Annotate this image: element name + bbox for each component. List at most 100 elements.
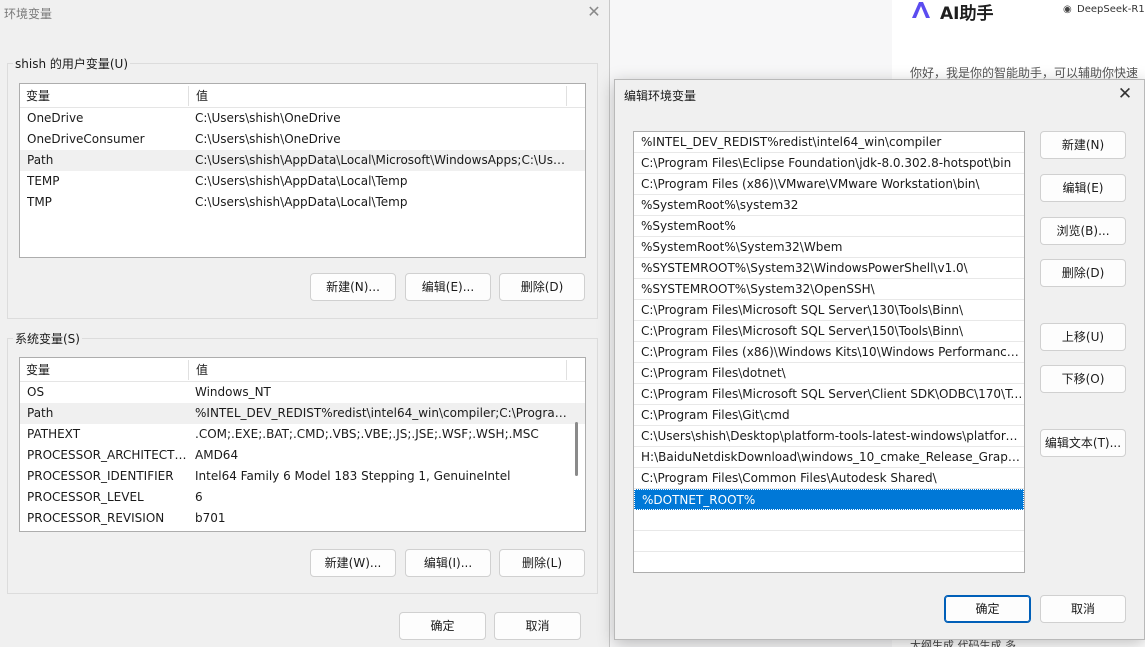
table-row[interactable]: PROCESSOR_REVISION b701	[20, 508, 585, 529]
list-item[interactable]: %SystemRoot%\System32\Wbem	[634, 237, 1024, 258]
column-header-variable[interactable]: 变量	[20, 358, 50, 382]
list-item[interactable]: %SYSTEMROOT%\System32\OpenSSH\	[634, 279, 1024, 300]
variable-name-cell: PATHEXT	[27, 427, 81, 441]
column-header-value[interactable]: 值	[190, 84, 208, 108]
list-item[interactable]: %INTEL_DEV_REDIST%redist\intel64_win\com…	[634, 132, 1024, 153]
column-header-variable[interactable]: 变量	[20, 84, 50, 108]
table-row[interactable]: PROCESSOR_ARCHITECTURE AMD64	[20, 445, 585, 466]
list-item-empty[interactable]	[634, 531, 1024, 552]
vertical-scrollbar[interactable]	[575, 422, 578, 476]
variable-name-cell: OS	[27, 385, 45, 399]
list-item[interactable]: C:\Program Files\dotnet\	[634, 363, 1024, 384]
user-delete-button[interactable]: 删除(D)	[499, 273, 585, 301]
system-new-button[interactable]: 新建(W)...	[310, 549, 396, 577]
table-row[interactable]: PROCESSOR_IDENTIFIER Intel64 Family 6 Mod…	[20, 466, 585, 487]
list-item[interactable]: %SystemRoot%	[634, 216, 1024, 237]
list-item[interactable]: C:\Program Files\Microsoft SQL Server\13…	[634, 300, 1024, 321]
list-item[interactable]: H:\BaiduNetdiskDownload\windows_10_cmake…	[634, 447, 1024, 468]
variable-value-cell: 6	[195, 490, 203, 504]
delete-path-button[interactable]: 删除(D)	[1040, 259, 1126, 287]
new-path-button[interactable]: 新建(N)	[1040, 131, 1126, 159]
ok-button[interactable]: 确定	[399, 612, 486, 640]
table-row[interactable]: PATHEXT .COM;.EXE;.BAT;.CMD;.VBS;.VBE;.JS…	[20, 424, 585, 445]
list-item[interactable]: C:\Program Files (x86)\VMware\VMware Wor…	[634, 174, 1024, 195]
user-variables-label: shish 的用户变量(U)	[13, 55, 131, 72]
list-item[interactable]: %SYSTEMROOT%\System32\WindowsPowerShell\…	[634, 258, 1024, 279]
list-item-empty[interactable]	[634, 552, 1024, 572]
list-item[interactable]: C:\Program Files\Eclipse Foundation\jdk-…	[634, 153, 1024, 174]
table-row[interactable]: TMP C:\Users\shish\AppData\Local\Temp	[20, 192, 585, 213]
model-selector[interactable]: DeepSeek-R1	[1077, 4, 1145, 15]
table-row[interactable]: PROCESSOR_LEVEL 6	[20, 487, 585, 508]
variable-name-cell: OneDriveConsumer	[27, 132, 145, 146]
browse-button[interactable]: 浏览(B)...	[1040, 217, 1126, 245]
edit-text-button[interactable]: 编辑文本(T)...	[1040, 429, 1126, 457]
table-row[interactable]: OneDriveConsumer C:\Users\shish\OneDrive	[20, 129, 585, 150]
variable-name-cell: PROCESSOR_LEVEL	[27, 490, 144, 504]
list-item-empty[interactable]	[634, 510, 1024, 531]
list-item[interactable]: C:\Users\shish\Desktop\platform-tools-la…	[634, 426, 1024, 447]
variable-name-cell: TEMP	[27, 174, 60, 188]
variable-value-cell: Intel64 Family 6 Model 183 Stepping 1, G…	[195, 469, 511, 483]
table-row[interactable]: Path C:\Users\shish\AppData\Local\Microso…	[20, 150, 585, 171]
close-icon[interactable]: ✕	[586, 4, 602, 20]
cancel-button[interactable]: 取消	[1040, 595, 1126, 623]
list-item[interactable]: C:\Program Files\Microsoft SQL Server\Cl…	[634, 384, 1024, 405]
dialog-title: 环境变量	[4, 7, 53, 21]
variable-value-cell: Windows_NT	[195, 385, 271, 399]
list-item[interactable]: C:\Program Files\Microsoft SQL Server\15…	[634, 321, 1024, 342]
column-separator[interactable]	[188, 360, 189, 380]
edit-environment-variable-dialog: 编辑环境变量 ✕ %INTEL_DEV_REDIST%redist\intel6…	[614, 79, 1145, 640]
list-header: 变量 值	[20, 358, 585, 382]
column-separator[interactable]	[566, 86, 567, 106]
variable-name-cell: TMP	[27, 195, 52, 209]
column-separator[interactable]	[566, 360, 567, 380]
variable-name-cell: Path	[27, 153, 54, 167]
variable-value-cell: b701	[195, 511, 226, 525]
move-down-button[interactable]: 下移(O)	[1040, 365, 1126, 393]
list-item[interactable]: C:\Program Files\Common Files\Autodesk S…	[634, 468, 1024, 489]
variable-value-cell: C:\Users\shish\AppData\Local\Temp	[195, 174, 408, 188]
user-new-button[interactable]: 新建(N)...	[310, 273, 396, 301]
variable-value-cell: .COM;.EXE;.BAT;.CMD;.VBS;.VBE;.JS;.JSE;.…	[195, 427, 539, 441]
list-header: 变量 值	[20, 84, 585, 108]
variable-name-cell: PROCESSOR_ARCHITECTURE	[27, 448, 187, 462]
deepseek-icon: ◉	[1063, 4, 1072, 15]
path-entries-list[interactable]: %INTEL_DEV_REDIST%redist\intel64_win\com…	[633, 131, 1025, 573]
ai-assistant-title: AI助手	[940, 4, 994, 24]
list-item[interactable]: %SystemRoot%\system32	[634, 195, 1024, 216]
table-row[interactable]: TEMP C:\Users\shish\AppData\Local\Temp	[20, 171, 585, 192]
variable-name-cell: OneDrive	[27, 111, 84, 125]
variable-value-cell: C:\Users\shish\AppData\Local\Temp	[195, 195, 408, 209]
list-item[interactable]: C:\Program Files\Git\cmd	[634, 405, 1024, 426]
variable-value-cell: C:\Users\shish\OneDrive	[195, 132, 341, 146]
variable-value-cell: %INTEL_DEV_REDIST%redist\intel64_win\com…	[195, 406, 567, 420]
table-row[interactable]: Path %INTEL_DEV_REDIST%redist\intel64_win…	[20, 403, 585, 424]
table-row[interactable]: OS Windows_NT	[20, 382, 585, 403]
variable-value-cell: C:\Users\shish\AppData\Local\Microsoft\W…	[195, 153, 567, 167]
user-variables-list[interactable]: 变量 值 OneDrive C:\Users\shish\OneDrive OneD…	[19, 83, 586, 258]
dialog-title: 编辑环境变量	[624, 89, 697, 103]
move-up-button[interactable]: 上移(U)	[1040, 323, 1126, 351]
system-variables-list[interactable]: 变量 值 OS Windows_NT Path %INTEL_DEV_REDIST%r…	[19, 357, 586, 532]
variable-value-cell: AMD64	[195, 448, 239, 462]
column-header-value[interactable]: 值	[190, 358, 208, 382]
close-icon[interactable]: ✕	[1115, 84, 1135, 104]
list-item[interactable]: C:\Program Files (x86)\Windows Kits\10\W…	[634, 342, 1024, 363]
system-delete-button[interactable]: 删除(L)	[499, 549, 585, 577]
system-variables-label: 系统变量(S)	[13, 330, 82, 347]
variable-name-cell: PROCESSOR_REVISION	[27, 511, 165, 525]
list-item[interactable]: %DOTNET_ROOT%	[634, 489, 1024, 510]
ok-button[interactable]: 确定	[944, 595, 1031, 623]
variable-name-cell: PROCESSOR_IDENTIFIER	[27, 469, 174, 483]
system-edit-button[interactable]: 编辑(I)...	[405, 549, 491, 577]
edit-path-button[interactable]: 编辑(E)	[1040, 174, 1126, 202]
variable-value-cell: C:\Users\shish\OneDrive	[195, 111, 341, 125]
variable-name-cell: Path	[27, 406, 54, 420]
environment-variables-dialog: 环境变量 ✕ shish 的用户变量(U) 变量 值 OneDrive C:\Us…	[0, 0, 610, 647]
user-edit-button[interactable]: 编辑(E)...	[405, 273, 491, 301]
table-row[interactable]: OneDrive C:\Users\shish\OneDrive	[20, 108, 585, 129]
cancel-button[interactable]: 取消	[494, 612, 581, 640]
column-separator[interactable]	[188, 86, 189, 106]
ai-logo-icon	[912, 2, 930, 18]
